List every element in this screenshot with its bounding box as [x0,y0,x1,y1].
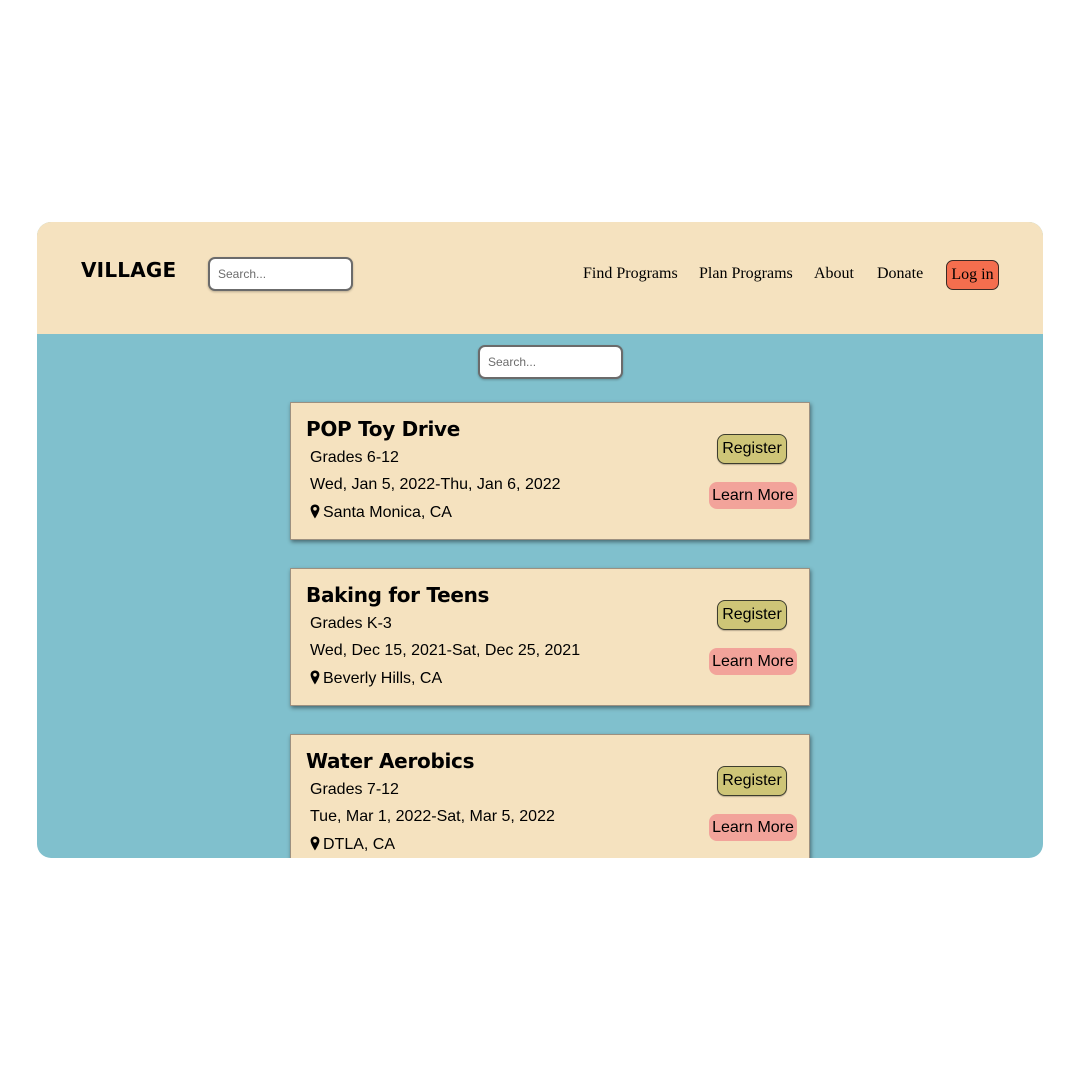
nav-donate[interactable]: Donate [877,265,923,283]
program-location: Santa Monica, CA [310,504,452,522]
register-button[interactable]: Register [717,766,787,796]
top-navbar: VILLAGE Find Programs Plan Programs Abou… [37,222,1043,334]
program-card: POP Toy Drive Grades 6-12 Wed, Jan 5, 20… [290,402,810,540]
map-pin-icon [310,836,320,850]
program-location: Beverly Hills, CA [310,670,442,688]
program-card: Baking for Teens Grades K-3 Wed, Dec 15,… [290,568,810,706]
program-location: DTLA, CA [310,836,395,854]
site-logo[interactable]: VILLAGE [81,258,176,282]
program-grades: Grades 7-12 [310,781,399,798]
program-card: Water Aerobics Grades 7-12 Tue, Mar 1, 2… [290,734,810,858]
program-dates: Wed, Dec 15, 2021-Sat, Dec 25, 2021 [310,642,581,659]
program-location-text: Beverly Hills, CA [323,670,443,687]
program-grades: Grades K-3 [310,615,392,632]
program-grades: Grades 6-12 [310,449,399,466]
nav-plan-programs[interactable]: Plan Programs [699,265,793,283]
nav-find-programs[interactable]: Find Programs [583,265,678,283]
learn-more-button[interactable]: Learn More [709,648,797,675]
map-pin-icon [310,670,320,684]
login-button[interactable]: Log in [946,260,999,290]
program-location-text: Santa Monica, CA [323,504,452,521]
learn-more-button[interactable]: Learn More [709,482,797,509]
learn-more-button[interactable]: Learn More [709,814,797,841]
program-title: Water Aerobics [306,749,475,773]
nav-about[interactable]: About [814,265,854,283]
program-location-text: DTLA, CA [323,836,396,853]
program-title: POP Toy Drive [306,417,461,441]
program-title: Baking for Teens [306,583,490,607]
map-pin-icon [310,504,320,518]
register-button[interactable]: Register [717,600,787,630]
program-search-input[interactable] [478,345,623,379]
program-dates: Wed, Jan 5, 2022-Thu, Jan 6, 2022 [310,476,561,493]
app-window: VILLAGE Find Programs Plan Programs Abou… [37,222,1043,858]
program-dates: Tue, Mar 1, 2022-Sat, Mar 5, 2022 [310,808,555,825]
header-search-input[interactable] [208,257,353,291]
register-button[interactable]: Register [717,434,787,464]
